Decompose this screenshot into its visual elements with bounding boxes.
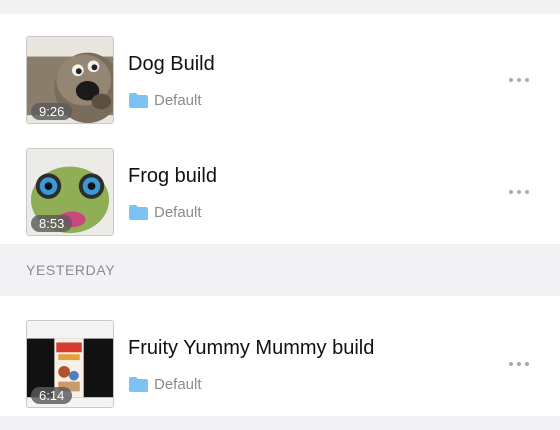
folder-label: Default: [154, 92, 202, 109]
video-thumbnail[interactable]: 8:53: [26, 148, 114, 236]
more-options-button[interactable]: [506, 354, 532, 374]
ellipsis-icon: [509, 78, 513, 82]
section-header-yesterday: YESTERDAY: [26, 262, 116, 278]
folder-icon: [129, 93, 148, 108]
more-options-button[interactable]: [506, 70, 532, 90]
video-thumbnail[interactable]: 6:14: [26, 320, 114, 408]
video-thumbnail[interactable]: 9:26: [26, 36, 114, 124]
list-item-video[interactable]: 9:26 Dog Build Default: [0, 36, 560, 146]
video-title[interactable]: Fruity Yummy Mummy build: [128, 337, 374, 360]
video-duration: 8:53: [31, 215, 73, 232]
list-item-video[interactable]: 8:53 Frog build Default: [0, 148, 560, 258]
folder-label: Default: [154, 204, 202, 221]
folder-icon: [129, 377, 148, 392]
video-title[interactable]: Frog build: [128, 165, 217, 188]
folder-label: Default: [154, 376, 202, 393]
video-duration: 9:26: [31, 103, 73, 120]
video-title[interactable]: Dog Build: [128, 53, 215, 76]
folder-icon: [129, 205, 148, 220]
list-item-video[interactable]: 6:14 Fruity Yummy Mummy build Default: [0, 320, 560, 430]
video-duration: 6:14: [31, 387, 73, 404]
more-options-button[interactable]: [506, 182, 532, 202]
ellipsis-icon: [509, 362, 513, 366]
ellipsis-icon: [509, 190, 513, 194]
